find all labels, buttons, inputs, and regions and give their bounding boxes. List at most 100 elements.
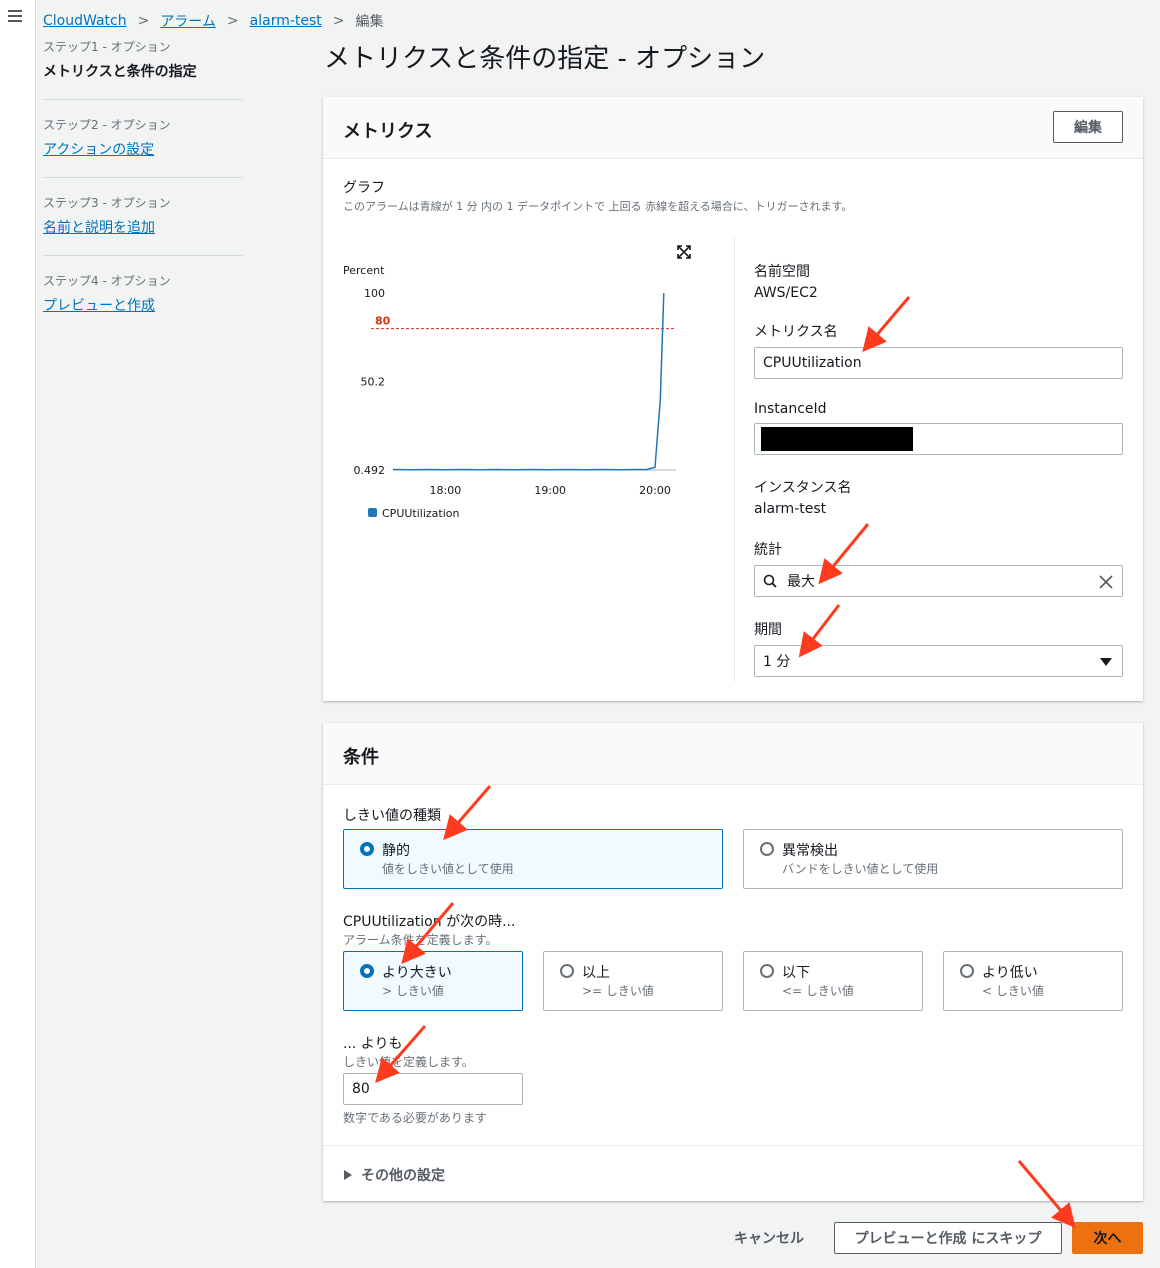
instance-name-value: alarm-test [754, 501, 827, 517]
option-sub: < しきい値 [982, 984, 1044, 998]
cpu-series-line [392, 292, 665, 471]
namespace-value: AWS/EC2 [754, 285, 818, 301]
operator-greater-equal[interactable]: 以上 >= しきい値 [543, 951, 723, 1011]
when-label: CPUUtilization が次の時... [343, 914, 516, 930]
y-tick-label: 0.492 [354, 464, 386, 477]
breadcrumb: CloudWatch > アラーム > alarm-test > 編集 [43, 11, 384, 31]
option-title: 以下 [782, 965, 810, 981]
page-title: メトリクスと条件の指定 - オプション [324, 44, 766, 74]
namespace-label: 名前空間 [754, 264, 810, 280]
metrics-panel-title: メトリクス [343, 121, 433, 142]
step-number: ステップ1 - オプション [43, 40, 171, 54]
cancel-button[interactable]: キャンセル [722, 1222, 816, 1254]
radio-icon [960, 964, 974, 978]
other-settings-toggle[interactable]: その他の設定 [343, 1165, 445, 1185]
threshold-type-static[interactable]: 静的 値をしきい値として使用 [343, 829, 723, 889]
period-value: 1 分 [763, 654, 791, 670]
step-4: ステップ4 - オプション プレビューと作成 [43, 272, 243, 333]
legend-swatch [368, 508, 377, 517]
conditions-panel-title: 条件 [343, 747, 379, 768]
step-1: ステップ1 - オプション メトリクスと条件の指定 [43, 38, 243, 100]
metrics-panel: メトリクス 編集 グラフ このアラームは青線が 1 分 内の 1 データポイント… [323, 97, 1143, 701]
x-tick-label: 18:00 [430, 484, 462, 497]
conditions-panel-header: 条件 [323, 723, 1143, 785]
option-title: 静的 [382, 843, 410, 859]
operator-less[interactable]: より低い < しきい値 [943, 951, 1123, 1011]
y-axis-label: Percent [343, 264, 385, 277]
option-sub: バンドをしきい値として使用 [782, 862, 939, 876]
threshold-value-input[interactable]: 80 [343, 1073, 523, 1105]
y-tick-label: 100 [364, 287, 385, 300]
y-tick-label: 50.2 [361, 376, 386, 389]
other-settings-label: その他の設定 [361, 1168, 445, 1184]
metric-chart: Percent 10050.20.492 18:00 19:00 20:00 80 … [343, 245, 691, 520]
option-title: 異常検出 [782, 843, 838, 859]
breadcrumb-alarm-test[interactable]: alarm-test [250, 13, 322, 29]
legend-label[interactable]: CPUUtilization [382, 507, 460, 520]
option-title: より大きい [382, 965, 452, 981]
menu-icon[interactable] [8, 10, 22, 22]
metric-details: 名前空間 AWS/EC2 メトリクス名 CPUUtilization Insta… [754, 261, 1123, 677]
side-nav-rail [0, 0, 36, 1268]
clear-icon[interactable] [1099, 575, 1113, 589]
option-sub: > しきい値 [382, 984, 444, 998]
metrics-panel-header: メトリクス 編集 [323, 97, 1143, 159]
breadcrumb-alarms[interactable]: アラーム [160, 11, 216, 31]
threshold-type-label: しきい値の種類 [343, 808, 441, 824]
radio-selected-icon [360, 842, 374, 856]
metric-name-field[interactable]: CPUUtilization [754, 347, 1123, 379]
metric-name-value: CPUUtilization [763, 355, 862, 371]
edit-metric-button[interactable]: 編集 [1053, 111, 1123, 143]
step-number: ステップ3 - オプション [43, 196, 171, 210]
chevron-right-icon: > [137, 13, 150, 29]
graph-label: グラフ [343, 180, 385, 196]
wizard-steps: ステップ1 - オプション メトリクスと条件の指定 ステップ2 - オプション … [43, 38, 243, 349]
option-title: より低い [982, 965, 1038, 981]
threshold-type-anomaly[interactable]: 異常検出 バンドをしきい値として使用 [743, 829, 1123, 889]
skip-to-preview-button[interactable]: プレビューと作成 にスキップ [834, 1222, 1062, 1254]
step-link-name[interactable]: 名前と説明を追加 [43, 217, 243, 237]
next-button[interactable]: 次へ [1072, 1222, 1143, 1254]
conditions-panel: 条件 しきい値の種類 静的 値をしきい値として使用 異常検出 バンドをしきい値と… [323, 723, 1143, 1201]
redacted-block [761, 427, 913, 451]
x-tick-label: 19:00 [534, 484, 566, 497]
operator-less-equal[interactable]: 以下 <= しきい値 [743, 951, 923, 1011]
option-sub: <= しきい値 [782, 984, 854, 998]
step-label-active: メトリクスと条件の指定 [43, 64, 197, 80]
than-label: ... よりも [343, 1036, 403, 1052]
step-number: ステップ4 - オプション [43, 274, 171, 288]
chevron-right-icon: > [226, 13, 239, 29]
step-number: ステップ2 - オプション [43, 118, 171, 132]
expand-icon[interactable] [677, 245, 691, 259]
threshold-hint: 数字である必要があります [343, 1111, 487, 1125]
option-sub: >= しきい値 [582, 984, 654, 998]
threshold-label: 80 [375, 315, 391, 328]
x-tick-label: 20:00 [639, 484, 671, 497]
chevron-right-icon: > [332, 13, 345, 29]
radio-icon [560, 964, 574, 978]
period-label: 期間 [754, 622, 782, 638]
step-link-actions[interactable]: アクションの設定 [43, 139, 243, 159]
statistic-label: 統計 [754, 542, 782, 558]
metric-name-label: メトリクス名 [754, 324, 838, 340]
step-2: ステップ2 - オプション アクションの設定 [43, 116, 243, 178]
step-3: ステップ3 - オプション 名前と説明を追加 [43, 194, 243, 256]
breadcrumb-cloudwatch[interactable]: CloudWatch [43, 13, 127, 29]
radio-icon [760, 964, 774, 978]
step-link-preview[interactable]: プレビューと作成 [43, 295, 243, 315]
caret-down-icon [1100, 658, 1112, 666]
instanceid-label: InstanceId [754, 401, 827, 417]
instanceid-field[interactable] [754, 423, 1123, 455]
search-icon [763, 574, 777, 588]
option-title: 以上 [582, 965, 610, 981]
divider [734, 237, 735, 682]
caret-right-icon [344, 1170, 352, 1180]
statistic-field[interactable]: 最大 [754, 565, 1123, 597]
statistic-value: 最大 [787, 574, 815, 590]
option-sub: 値をしきい値として使用 [382, 862, 514, 876]
period-select[interactable]: 1 分 [754, 645, 1123, 677]
when-desc: アラーム条件を定義します。 [343, 933, 498, 947]
operator-greater[interactable]: より大きい > しきい値 [343, 951, 523, 1011]
threshold-value: 80 [352, 1081, 370, 1097]
radio-icon [760, 842, 774, 856]
